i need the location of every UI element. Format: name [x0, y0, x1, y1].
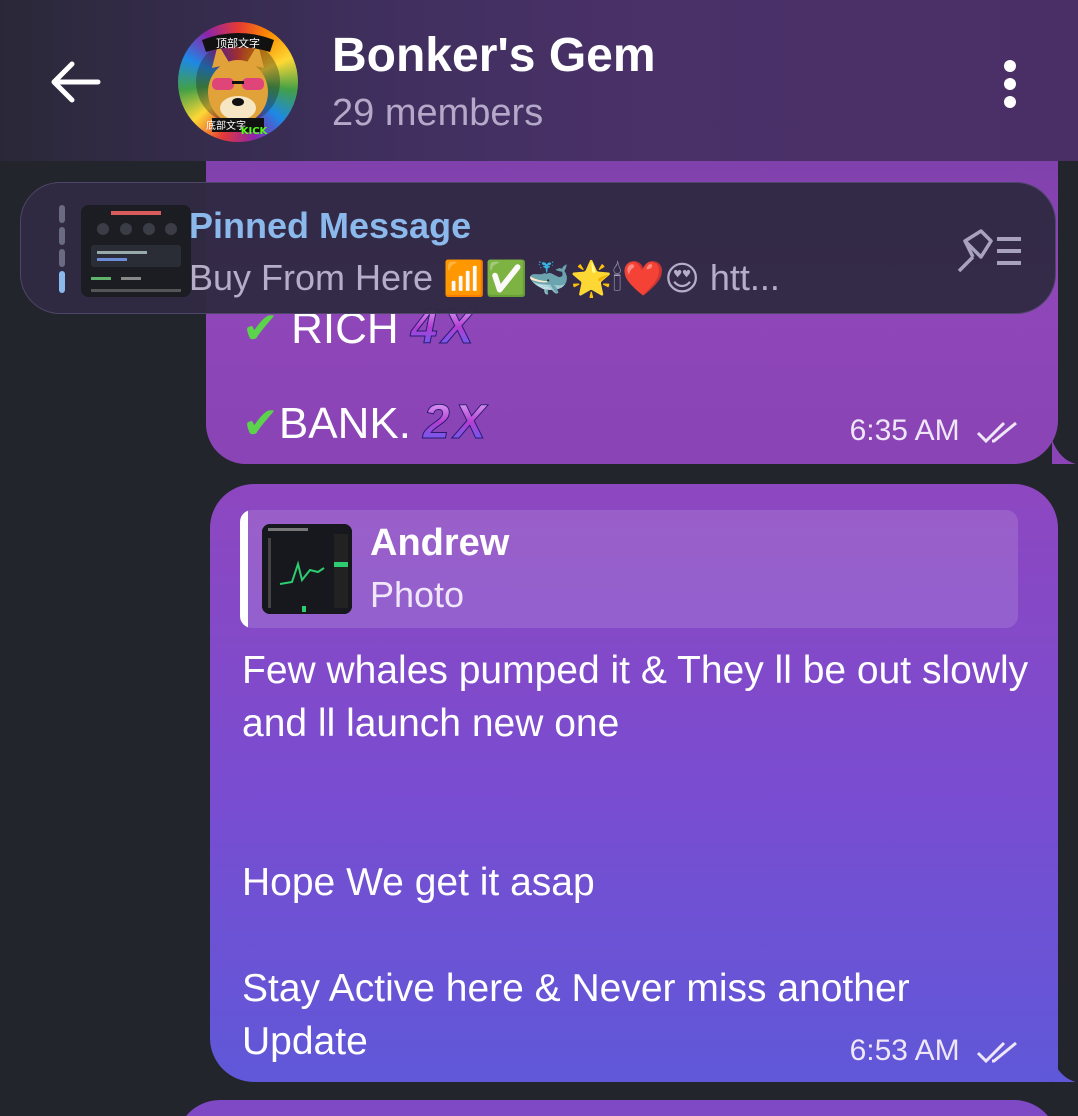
back-arrow-icon[interactable]	[46, 52, 106, 112]
pinned-message-bar[interactable]: Pinned Message Buy From Here 📶✅🐳🌟🕯❤️😍 ht…	[20, 182, 1056, 314]
message-bubble-3[interactable]	[176, 1100, 1058, 1116]
member-count: 29 members	[332, 92, 544, 134]
double-check-icon	[976, 1041, 1017, 1064]
doge-image: 顶部文字 底部文字 KICK	[196, 33, 280, 137]
pin-list-icon[interactable]	[951, 227, 1023, 275]
group-avatar[interactable]: 顶部文字 底部文字 KICK	[178, 22, 298, 142]
pinned-emoji: 📶✅🐳🌟🕯❤️😍	[443, 260, 700, 298]
bubble-tail	[1052, 440, 1076, 464]
more-vertical-icon[interactable]	[990, 56, 1030, 112]
reply-media-type: Photo	[370, 574, 465, 615]
pin-position-indicator	[59, 205, 65, 293]
message-time: 6:53 AM	[850, 1034, 1022, 1068]
reply-photo-thumbnail	[262, 524, 352, 614]
chat-header: 顶部文字 底部文字 KICK Bonker's Gem 29 members	[0, 0, 1078, 161]
pinned-title: Pinned Message	[189, 205, 472, 246]
message-text: Few whales pumped it & They ll be out sl…	[242, 649, 1029, 1063]
reply-author: Andrew	[370, 522, 510, 564]
svg-text:KICK: KICK	[241, 126, 269, 137]
reply-accent-bar	[240, 510, 248, 628]
message-line-bank: ✔BANK. 2X	[242, 396, 490, 450]
svg-text:顶部文字: 顶部文字	[216, 36, 260, 50]
bubble-tail	[1052, 1058, 1076, 1082]
chat-title[interactable]: Bonker's Gem	[332, 28, 656, 83]
message-bubble-2[interactable]: Andrew Photo Few whales pumped it & They…	[210, 484, 1076, 1082]
pinned-thumbnail	[81, 205, 191, 297]
multiplier-2x: 2X	[423, 396, 490, 450]
reply-preview[interactable]: Andrew Photo	[240, 510, 1018, 628]
message-time: 6:35 AM	[850, 414, 1022, 448]
double-check-icon	[976, 421, 1017, 444]
chat-screen: ✔ RICH 4X ✔BANK. 2X 6:35 AM 顶部文字 底部文字 KI…	[0, 0, 1078, 1116]
pinned-preview: Buy From Here 📶✅🐳🌟🕯❤️😍 htt...	[189, 257, 780, 298]
check-mark-icon: ✔	[242, 399, 279, 448]
